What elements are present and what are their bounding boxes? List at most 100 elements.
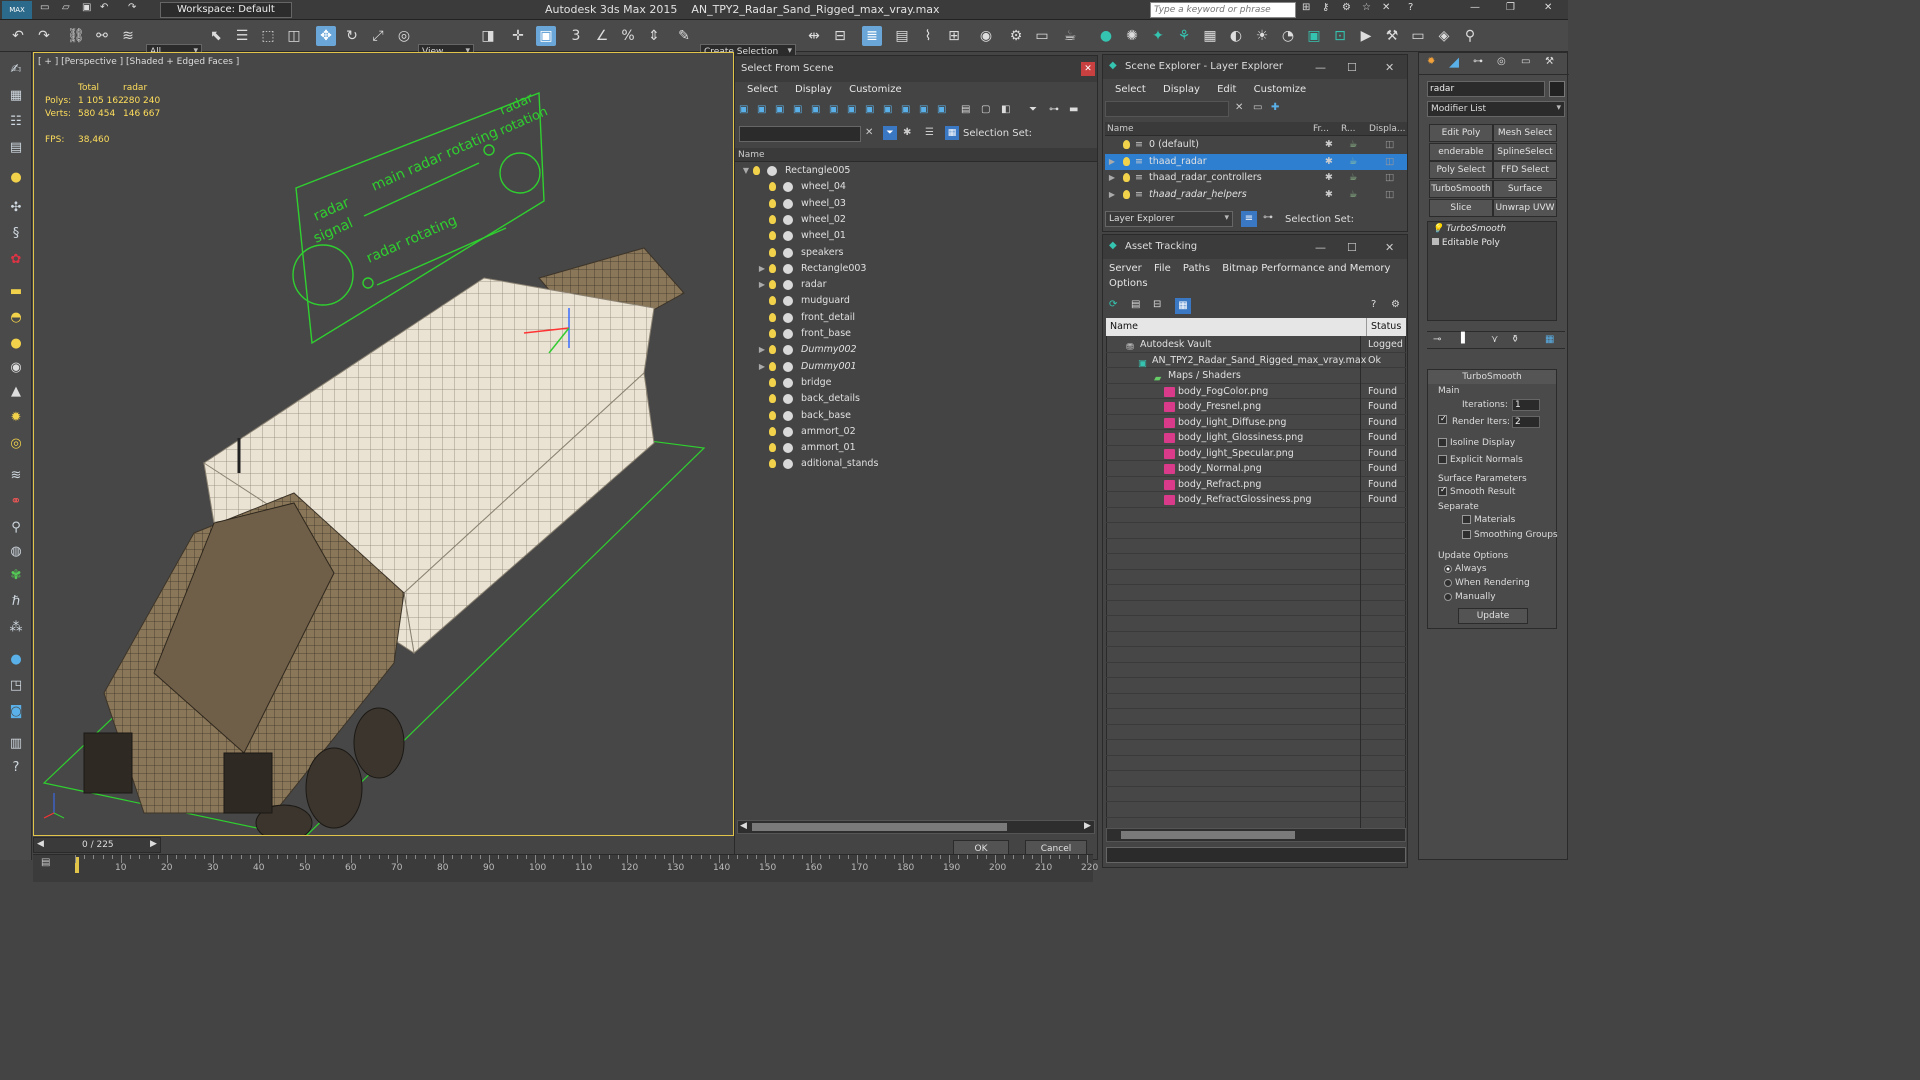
display-tab-icon[interactable]: ▭ [1521,56,1530,67]
vray-light-icon[interactable]: ☀ [1252,26,1272,46]
new-layer-icon[interactable]: ▭ [1253,102,1262,113]
ffd-select-button[interactable]: FFD Select [1493,161,1557,179]
track-bar[interactable]: ▤ 10 20 30 40 50 60 70 80 90 100 110 120 130 140 150 16… [33,854,1098,882]
list-item[interactable]: mudguard [735,293,1097,309]
redo-icon[interactable]: ↷ [128,2,136,13]
maximize-icon[interactable]: ☐ [1347,241,1357,254]
help-icon[interactable]: ? [1408,2,1413,13]
display-xrefs-icon[interactable]: ▣ [865,104,874,115]
spring-icon[interactable]: § [6,224,26,244]
maximize-icon[interactable]: ☐ [1347,61,1357,74]
light-bulb-icon[interactable] [769,263,776,273]
light-bulb-icon[interactable] [753,166,760,175]
sun-icon[interactable]: ✹ [6,408,26,428]
list-item[interactable]: back_base [735,408,1097,424]
name-column-header[interactable]: Name [735,148,1097,162]
iterations-spinner[interactable]: 1 [1512,399,1540,411]
table-icon[interactable]: ▤ [6,138,26,158]
asset-row[interactable]: body_Fresnel.png Found [1106,399,1406,414]
menu-select[interactable]: Select [747,84,778,95]
perspective-viewport[interactable]: [ + ] [Perspective ] [Shaded + Edged Fac… [33,52,734,836]
asset-row[interactable]: body_RefractGlossiness.png Found [1106,492,1406,507]
settings-icon[interactable]: ⚙ [1391,299,1400,310]
key-icon[interactable]: ⚷ [1322,2,1329,13]
torus-icon[interactable]: ◎ [6,434,26,454]
scene-render[interactable]: radar signal main radar rotating radar r… [34,53,733,835]
edit-poly-button[interactable]: Edit Poly [1429,124,1493,142]
light-bulb-icon[interactable] [1123,140,1130,149]
freeze-toggle-icon[interactable]: ✱ [1325,187,1333,203]
asset-row[interactable]: body_FogColor.png Found [1106,384,1406,399]
explorer-type-combo[interactable]: Layer Explorer [1105,211,1233,227]
expand-arrow-icon[interactable]: ▶ [1107,187,1117,203]
list-view-icon[interactable]: ▤ [1131,299,1140,310]
list-item[interactable]: ▶ Dummy002 [735,342,1097,358]
asset-row[interactable]: ▣ AN_TPY2_Radar_Sand_Rigged_max_vray.max O… [1106,353,1406,369]
render-setup-icon[interactable]: ⚙ [1006,26,1026,46]
redo-icon[interactable]: ↷ [34,26,54,46]
light-bulb-icon[interactable] [769,231,776,241]
prev-frame-icon[interactable]: ◀ [37,839,44,849]
render-icon[interactable]: ☕ [1060,26,1080,46]
time-slider[interactable]: ◀ 0 / 225 ▶ [33,837,161,853]
list-item[interactable]: front_detail [735,310,1097,326]
list-item[interactable]: ▶ Rectangle003 [735,261,1097,277]
asset-row[interactable]: ▰ Maps / Shaders [1106,368,1406,384]
x-icon[interactable]: ✕ [1382,2,1390,13]
remove-modifier-icon[interactable]: ⚱ [1511,334,1519,345]
list-item[interactable]: wheel_02 [735,212,1097,228]
light-bulb-icon[interactable] [769,377,776,387]
light-bulb-icon[interactable] [769,410,776,420]
expand-arrow-icon[interactable]: ▶ [757,261,767,277]
name-column-label[interactable]: Name [1107,122,1134,136]
render-iters-checkbox[interactable] [1438,414,1450,425]
refresh-icon[interactable]: ⟳ [1109,299,1117,310]
stack-item-editable-poly[interactable]: Editable Poly [1432,238,1500,248]
toggle-ribbon-icon[interactable]: ▤ [892,26,912,46]
rendered-frame-icon[interactable]: ▭ [1032,26,1052,46]
renderable-spline-button[interactable]: enderable Splir [1429,143,1493,161]
turbosmooth-button[interactable]: TurboSmooth [1429,180,1493,198]
scroll-thumb[interactable] [1121,831,1295,839]
freeze-toggle-icon[interactable]: ✱ [1325,170,1333,186]
percent-snap-icon[interactable]: % [618,26,638,46]
restore-window-icon[interactable]: ❐ [1506,2,1515,13]
hair-icon[interactable]: ≋ [6,466,26,486]
clear-filter-icon[interactable]: ✕ [1235,102,1243,113]
layer-row[interactable]: ▶ ≡ thaad_radar ✱ ☕ ◫ [1105,153,1407,170]
light-bulb-icon[interactable] [769,329,776,338]
isoline-display-checkbox[interactable]: Isoline Display [1438,438,1515,448]
find-case-icon[interactable]: ⏷ [883,126,897,140]
render-column-label[interactable]: R... [1341,122,1356,136]
display-frozen-icon[interactable]: ▣ [919,104,928,115]
select-none-icon[interactable]: ▢ [981,104,990,115]
help-icon[interactable]: ? [6,758,26,778]
asset-row[interactable]: body_light_Glossiness.png Found [1106,430,1406,445]
light-bulb-icon[interactable]: ● [6,168,26,188]
vray-tool-icon[interactable]: ⚲ [1460,26,1480,46]
exchange-icon[interactable]: ⚙ [1342,2,1351,13]
object-name-input[interactable] [1427,81,1545,97]
light-lister-icon[interactable]: ● [1096,26,1116,46]
light-bulb-icon[interactable] [1123,156,1130,166]
foliage-icon[interactable]: ✾ [6,566,26,586]
undo-icon[interactable]: ↶ [100,2,108,13]
update-button[interactable]: Update [1458,608,1528,624]
update-manually-radio[interactable]: Manually [1444,592,1496,602]
geosphere-icon[interactable]: ◉ [6,358,26,378]
light-bulb-icon[interactable] [769,247,776,257]
name-filter-input[interactable] [739,126,861,142]
select-object-icon[interactable]: ⬉ [206,26,226,46]
pivot-center-icon[interactable]: ◨ [478,26,498,46]
keyboard-shortcut-override-icon[interactable]: ▣ [536,26,556,46]
layers-icon[interactable]: ☰ [925,127,934,138]
render-toggle-icon[interactable]: ☕ [1349,154,1358,170]
vray-fur-icon[interactable]: ⚘ [1174,26,1194,46]
align-icon[interactable]: ⊟ [830,26,850,46]
filter-icon[interactable]: ⏷ [1029,104,1037,115]
list-item[interactable]: ▼ Rectangle005 [735,163,1097,179]
expand-arrow-icon[interactable]: ▶ [1107,170,1117,186]
list-item[interactable]: wheel_01 [735,228,1097,244]
display-containers-icon[interactable]: ▣ [901,104,910,115]
display-shapes-icon[interactable]: ▣ [757,104,766,115]
